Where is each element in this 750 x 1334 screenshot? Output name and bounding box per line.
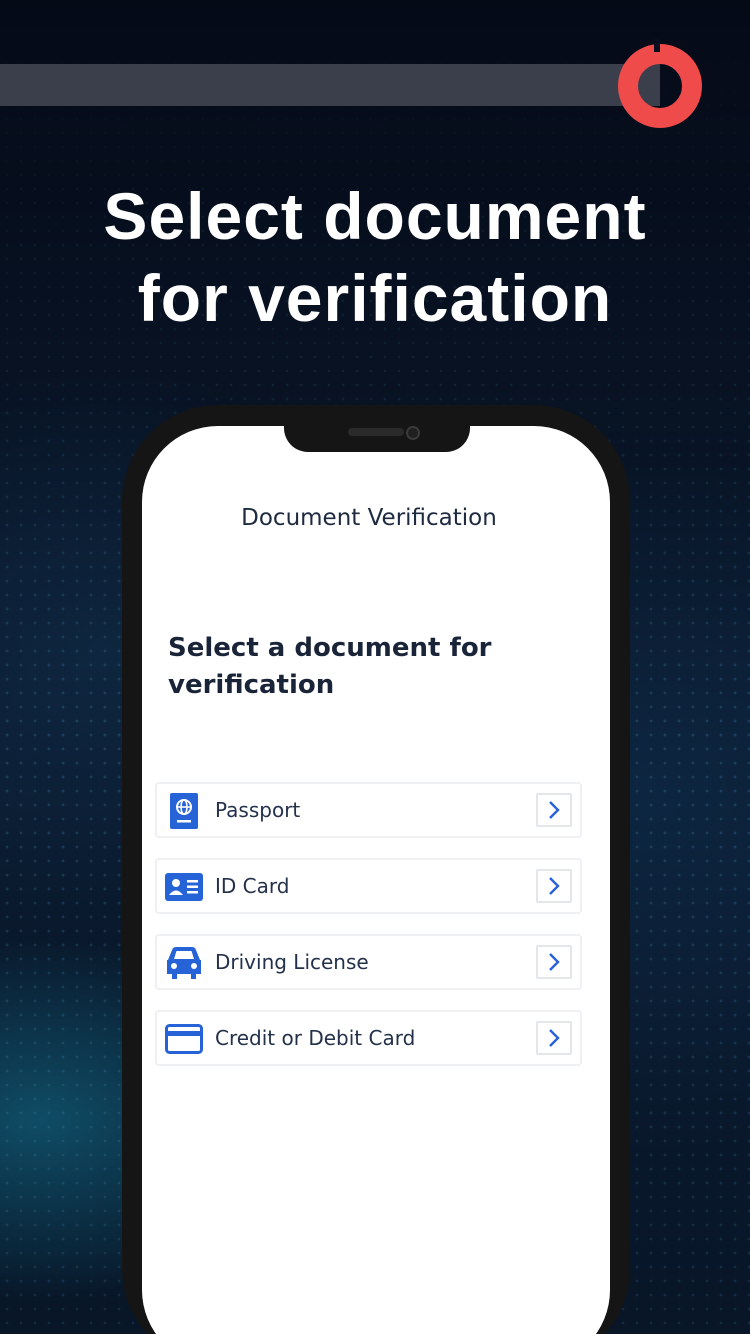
passport-icon <box>165 793 203 829</box>
car-icon <box>165 945 203 981</box>
chevron-right-icon[interactable] <box>536 1021 572 1055</box>
phone-camera <box>406 426 420 440</box>
document-option-passport[interactable]: Passport <box>155 782 582 838</box>
id-card-icon <box>165 869 203 905</box>
phone-notch <box>284 420 470 452</box>
document-option-label: ID Card <box>215 874 290 898</box>
headline-line-2: for verification <box>137 261 613 335</box>
top-banner-bar <box>0 64 660 106</box>
headline: Select document for verification <box>0 175 750 339</box>
chevron-right-icon[interactable] <box>536 945 572 979</box>
document-option-label: Credit or Debit Card <box>215 1026 416 1050</box>
document-option-credit-card[interactable]: Credit or Debit Card <box>155 1010 582 1066</box>
brand-logo-icon <box>618 38 702 128</box>
chevron-right-icon[interactable] <box>536 869 572 903</box>
headline-line-1: Select document <box>103 179 647 253</box>
document-option-driving-license[interactable]: Driving License <box>155 934 582 990</box>
document-option-label: Driving License <box>215 950 369 974</box>
chevron-right-icon[interactable] <box>536 793 572 827</box>
page-title: Select a document for verification <box>168 633 492 700</box>
phone-speaker <box>348 428 404 436</box>
app-title: Document Verification <box>241 505 497 531</box>
document-option-label: Passport <box>215 798 301 822</box>
credit-card-icon <box>165 1021 203 1057</box>
document-option-id-card[interactable]: ID Card <box>155 858 582 914</box>
